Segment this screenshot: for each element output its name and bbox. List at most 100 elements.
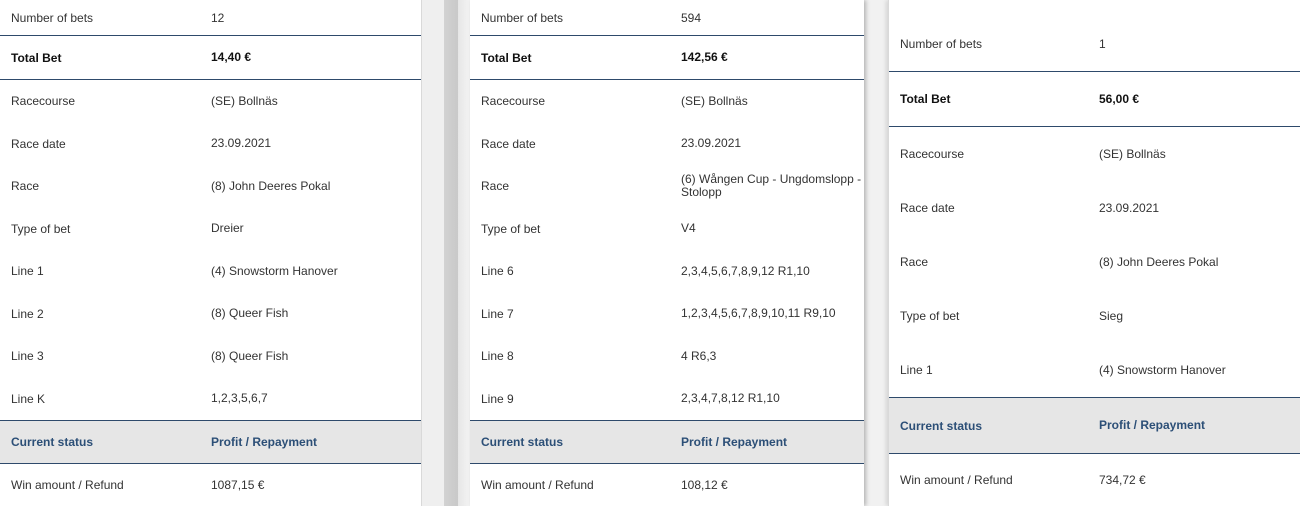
win-amount-row: Win amount / Refund 1087,15 € xyxy=(0,464,421,506)
number-of-bets-label: Number of bets xyxy=(481,11,564,25)
race-date-label: Race date xyxy=(11,136,66,151)
win-amount-row: Win amount / Refund 734,72 € xyxy=(889,454,1300,506)
race-date-label: Race date xyxy=(900,201,955,215)
current-status-row: Current status Profit / Repayment xyxy=(0,421,421,463)
race-row: Race (6) Wången Cup - Ungdomslopp - Stol… xyxy=(470,165,864,207)
racecourse-row: Racecourse (SE) Bollnäs xyxy=(470,80,864,122)
line-row: Line K 1,2,3,5,6,7 xyxy=(0,377,421,420)
line-value: 2,3,4,7,8,12 R1,10 xyxy=(681,391,780,405)
bet-slips-view: Number of bets 12 Total Bet 14,40 € Race… xyxy=(0,0,1300,506)
line-row: Line 6 2,3,4,5,6,7,8,9,12 R1,10 xyxy=(470,250,864,292)
type-of-bet-label: Type of bet xyxy=(900,309,960,323)
bet-slip-card-2: Number of bets 594 Total Bet 142,56 € Ra… xyxy=(470,0,864,506)
racecourse-row: Racecourse (SE) Bollnäs xyxy=(889,127,1300,181)
line-value: (8) Queer Fish xyxy=(211,348,289,363)
total-bet-label: Total Bet xyxy=(11,50,62,65)
line-value: (4) Snowstorm Hanover xyxy=(1099,362,1226,377)
total-bet-value: 56,00 € xyxy=(1099,91,1140,106)
number-of-bets-value: 12 xyxy=(211,10,225,25)
type-of-bet-value: Sieg xyxy=(1099,308,1124,323)
line-label: Line 1 xyxy=(11,264,44,278)
win-amount-label: Win amount / Refund xyxy=(11,478,124,492)
win-amount-label: Win amount / Refund xyxy=(900,473,1013,487)
race-date-value: 23.09.2021 xyxy=(1099,200,1160,215)
line-value: 1,2,3,5,6,7 xyxy=(211,391,268,405)
type-of-bet-value: Dreier xyxy=(211,221,244,235)
line-label: Line 7 xyxy=(481,306,514,321)
win-amount-value: 734,72 € xyxy=(1099,472,1146,487)
line-value: 2,3,4,5,6,7,8,9,12 R1,10 xyxy=(681,263,810,278)
scroll-gutter[interactable] xyxy=(422,0,470,506)
racecourse-label: Racecourse xyxy=(481,94,546,108)
line-row: Line 9 2,3,4,7,8,12 R1,10 xyxy=(470,377,864,420)
race-value: (8) John Deeres Pokal xyxy=(211,178,331,193)
total-bet-label: Total Bet xyxy=(900,92,951,106)
line-row: Line 1 (4) Snowstorm Hanover xyxy=(889,343,1300,397)
race-label: Race xyxy=(481,179,510,193)
number-of-bets-label: Number of bets xyxy=(11,11,94,25)
line-row: Line 1 (4) Snowstorm Hanover xyxy=(0,250,421,292)
line-row: Line 7 1,2,3,4,5,6,7,8,9,10,11 R9,10 xyxy=(470,292,864,335)
race-date-value: 23.09.2021 xyxy=(211,136,272,150)
type-of-bet-row: Type of bet Sieg xyxy=(889,289,1300,343)
line-label: Line 8 xyxy=(481,349,514,363)
win-amount-value: 1087,15 € xyxy=(211,477,265,492)
bet-slip-card-3: Number of bets 1 Total Bet 56,00 € Racec… xyxy=(888,0,1300,506)
current-status-row: Current status Profit / Repayment xyxy=(889,398,1300,453)
racecourse-label: Racecourse xyxy=(900,147,965,161)
line-label: Line 6 xyxy=(481,264,514,278)
race-date-value: 23.09.2021 xyxy=(681,136,742,150)
line-row: Line 8 4 R6,3 xyxy=(470,335,864,377)
current-status-value: Profit / Repayment xyxy=(211,434,318,449)
number-of-bets-row: Number of bets 594 xyxy=(470,0,864,36)
type-of-bet-label: Type of bet xyxy=(481,221,541,236)
race-date-row: Race date 23.09.2021 xyxy=(470,122,864,165)
racecourse-value: (SE) Bollnäs xyxy=(1099,146,1166,161)
current-status-label: Current status xyxy=(481,435,564,449)
number-of-bets-label: Number of bets xyxy=(900,37,983,51)
number-of-bets-value: 1 xyxy=(1099,36,1106,51)
current-status-label: Current status xyxy=(900,418,983,433)
line-label: Line K xyxy=(11,391,46,406)
racecourse-value: (SE) Bollnäs xyxy=(211,93,278,108)
line-value: (4) Snowstorm Hanover xyxy=(211,263,338,278)
race-row: Race (8) John Deeres Pokal xyxy=(0,165,421,207)
race-value: (8) John Deeres Pokal xyxy=(1099,254,1219,269)
number-of-bets-row: Number of bets 1 xyxy=(889,16,1300,72)
line-label: Line 1 xyxy=(900,363,933,377)
line-value: (8) Queer Fish xyxy=(211,306,289,320)
racecourse-value: (SE) Bollnäs xyxy=(681,93,748,108)
number-of-bets-row: Number of bets 12 xyxy=(0,0,421,36)
line-value: 4 R6,3 xyxy=(681,348,717,363)
current-status-value: Profit / Repayment xyxy=(681,434,788,449)
total-bet-row: Total Bet 14,40 € xyxy=(0,36,421,79)
line-label: Line 2 xyxy=(11,306,44,321)
bet-slip-card-1: Number of bets 12 Total Bet 14,40 € Race… xyxy=(0,0,422,506)
type-of-bet-row: Type of bet Dreier xyxy=(0,207,421,250)
current-status-value: Profit / Repayment xyxy=(1099,418,1206,432)
line-label: Line 9 xyxy=(481,391,514,406)
race-value: (6) Wången Cup - Ungdomslopp - Stolopp xyxy=(681,172,862,199)
total-bet-value: 14,40 € xyxy=(211,50,252,64)
card-gap xyxy=(864,0,888,506)
win-amount-value: 108,12 € xyxy=(681,477,728,492)
current-status-label: Current status xyxy=(11,435,94,449)
racecourse-row: Racecourse (SE) Bollnäs xyxy=(0,80,421,122)
racecourse-label: Racecourse xyxy=(11,94,76,108)
race-date-row: Race date 23.09.2021 xyxy=(0,122,421,165)
total-bet-row: Total Bet 142,56 € xyxy=(470,36,864,79)
type-of-bet-row: Type of bet V4 xyxy=(470,207,864,250)
line-value: 1,2,3,4,5,6,7,8,9,10,11 R9,10 xyxy=(681,306,836,320)
type-of-bet-value: V4 xyxy=(681,221,696,235)
number-of-bets-value: 594 xyxy=(681,10,702,25)
line-row: Line 3 (8) Queer Fish xyxy=(0,335,421,377)
race-label: Race xyxy=(11,179,40,193)
race-date-label: Race date xyxy=(481,136,536,151)
total-bet-label: Total Bet xyxy=(481,50,532,65)
type-of-bet-label: Type of bet xyxy=(11,221,71,236)
race-date-row: Race date 23.09.2021 xyxy=(889,181,1300,235)
race-label: Race xyxy=(900,255,929,269)
current-status-row: Current status Profit / Repayment xyxy=(470,421,864,463)
win-amount-label: Win amount / Refund xyxy=(481,478,594,492)
line-row: Line 2 (8) Queer Fish xyxy=(0,292,421,335)
